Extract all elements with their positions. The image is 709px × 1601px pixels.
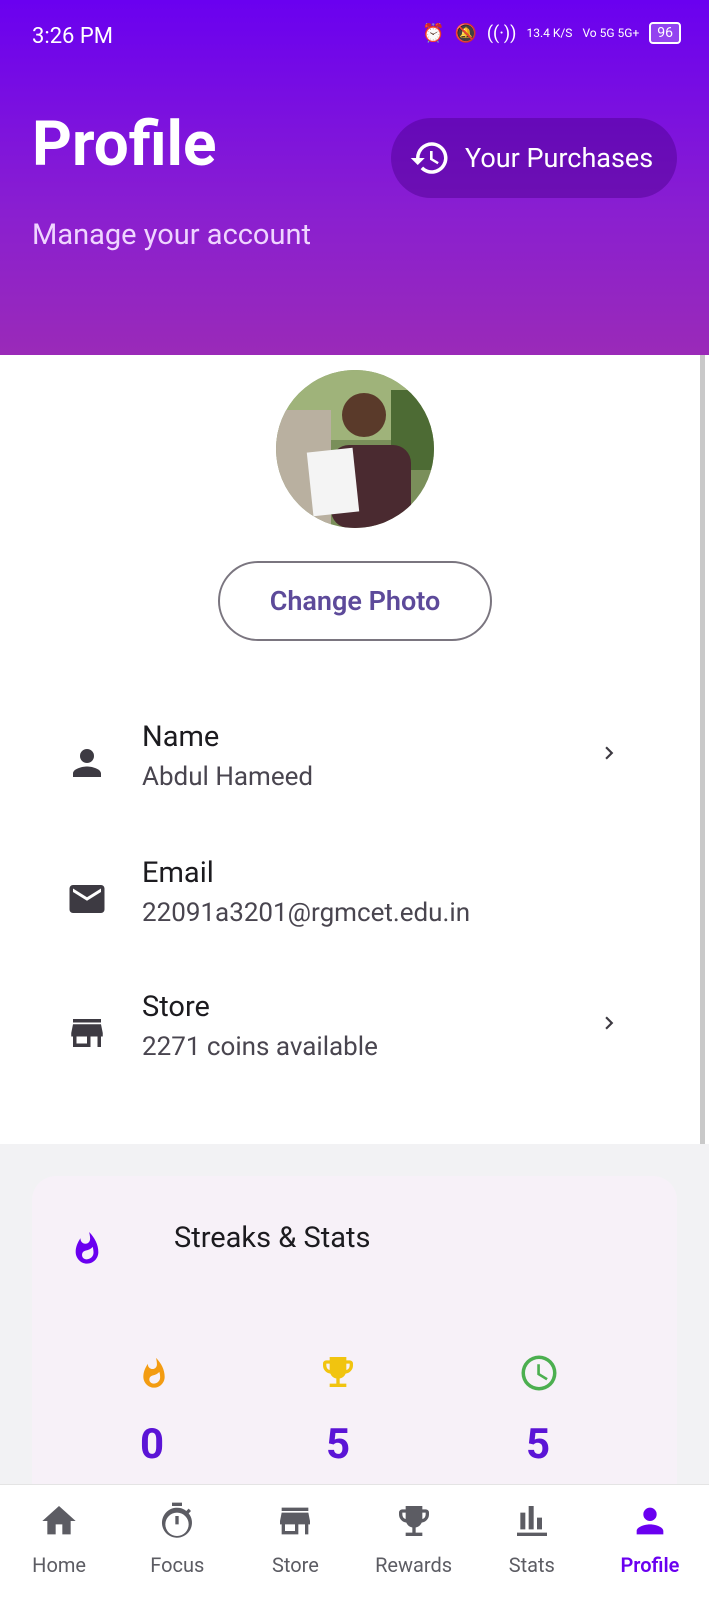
nav-profile[interactable]: Profile [591,1485,709,1601]
your-purchases-label: Your Purchases [465,142,654,174]
timer-icon [162,1502,193,1538]
your-purchases-button[interactable]: Your Purchases [391,118,677,198]
status-icons: ⏰ 🔕 ((·)) 13.4 K/S Vo 5G 5G+ 96 [422,22,681,44]
store-label: Store [142,990,210,1024]
nav-store-label: Store [272,1553,319,1577]
person-icon [636,1507,664,1535]
rewards-value: 5 [326,1420,351,1469]
nav-stats-label: Stats [508,1553,555,1577]
email-row: Email 22091a3201@rgmcet.edu.in [0,856,709,956]
streaks-stats-title: Streaks & Stats [174,1221,371,1255]
trophy-icon [398,1506,429,1536]
email-label: Email [142,856,214,890]
flame-icon [75,1231,99,1264]
nav-store[interactable]: Store [236,1485,354,1601]
focus-sessions-value: 5 [526,1420,551,1469]
signal-icon: Vo 5G 5G+ [582,26,640,40]
clock-icon [521,1355,557,1391]
nav-home[interactable]: Home [0,1485,118,1601]
scrollbar[interactable] [700,355,705,1155]
nav-stats[interactable]: Stats [473,1485,591,1601]
chevron-right-icon [605,746,614,760]
nav-rewards[interactable]: Rewards [355,1485,473,1601]
chevron-right-icon [605,1016,614,1030]
trophy-icon [323,1357,353,1387]
store-value: 2271 coins available [142,1032,378,1062]
storefront-icon [71,1019,103,1047]
name-row[interactable]: Name Abdul Hameed [0,720,709,820]
name-value: Abdul Hameed [142,762,314,792]
store-row[interactable]: Store 2271 coins available [0,990,709,1090]
page-subtitle: Manage your account [32,218,311,252]
mute-icon: 🔕 [454,22,477,44]
status-time: 3:26 PM [32,24,113,49]
profile-header: 3:26 PM ⏰ 🔕 ((·)) 13.4 K/S Vo 5G 5G+ 96 … [0,0,709,355]
nav-rewards-label: Rewards [375,1553,453,1577]
page-title: Profile [32,108,217,181]
streak-value: 0 [140,1420,165,1469]
home-icon [42,1506,76,1535]
battery-icon: 96 [649,22,681,44]
person-icon [73,749,101,777]
alarm-icon: ⏰ [422,22,445,44]
name-label: Name [142,720,220,754]
change-photo-button[interactable]: Change Photo [218,561,492,641]
nav-home-label: Home [32,1553,86,1577]
bottom-navigation: Home Focus Store Rewards Stats Profile [0,1484,709,1601]
network-speed: 13.4 K/S [526,26,573,40]
mail-icon [69,885,105,913]
hotspot-icon: ((·)) [486,22,517,44]
storefront-icon [280,1507,311,1535]
nav-profile-label: Profile [620,1553,680,1577]
email-value: 22091a3201@rgmcet.edu.in [142,898,471,928]
streak-flame-icon [143,1357,165,1388]
avatar[interactable] [276,370,434,528]
nav-focus-label: Focus [150,1553,205,1577]
history-icon [410,142,448,174]
bar-chart-icon [516,1506,547,1536]
nav-focus[interactable]: Focus [118,1485,236,1601]
